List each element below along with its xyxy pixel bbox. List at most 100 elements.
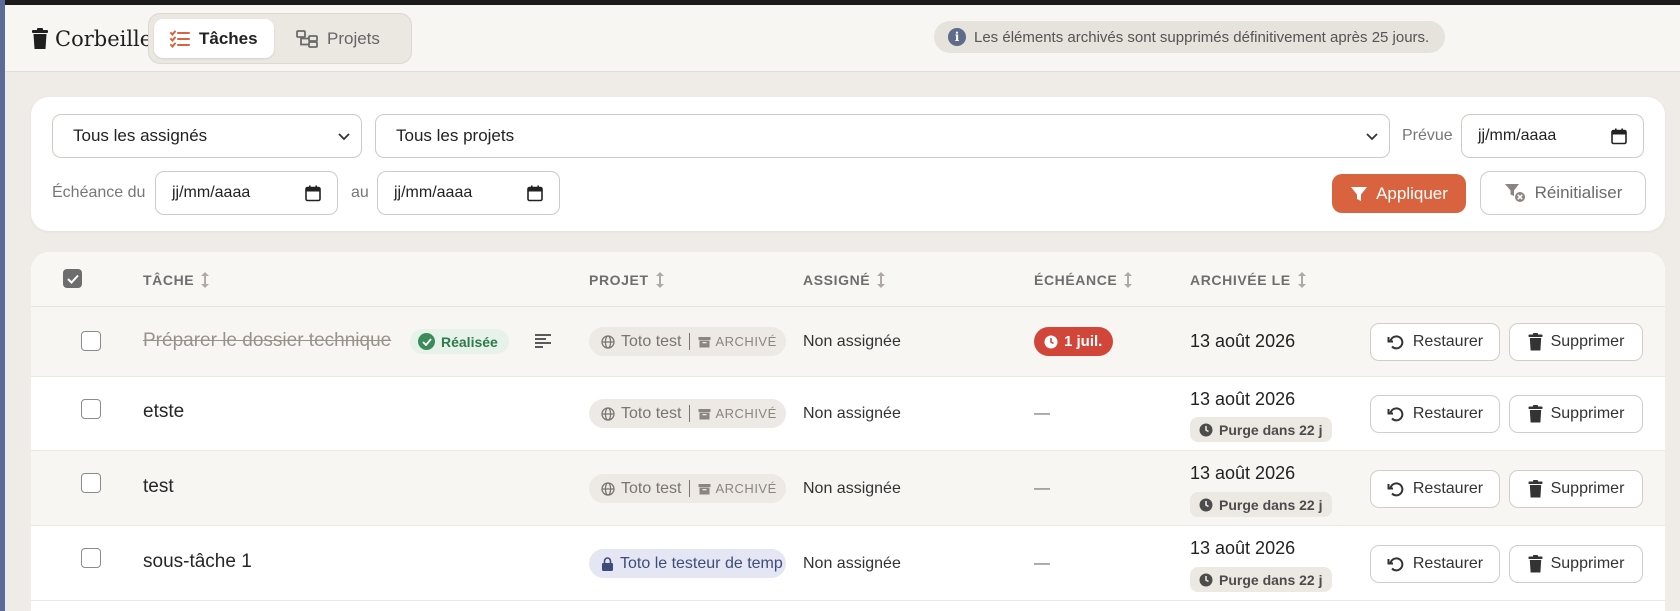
clock-icon <box>1199 498 1213 511</box>
assignee-value: Non assignée <box>803 333 901 350</box>
archived-date: 13 août 2026 <box>1190 389 1296 409</box>
tab-projects[interactable]: Projets <box>280 19 404 58</box>
purge-countdown-label: Purge dans 22 j <box>1219 421 1323 438</box>
due-date: — <box>1034 555 1050 572</box>
pill-separator <box>689 480 691 497</box>
restore-button[interactable]: Restaurer <box>1370 545 1500 583</box>
purge-countdown-label: Purge dans 22 j <box>1219 496 1323 513</box>
pill-separator <box>689 405 691 422</box>
tab-tasks[interactable]: Tâches <box>154 19 274 58</box>
table-row: test Toto test ARCHIVÉ Non assignée — 13… <box>31 451 1665 526</box>
trash-icon <box>1528 405 1543 423</box>
restore-button[interactable]: Restaurer <box>1370 395 1500 433</box>
archive-box-icon <box>698 336 711 347</box>
restore-button-label: Restaurer <box>1412 333 1484 350</box>
delete-button[interactable]: Supprimer <box>1509 323 1643 361</box>
project-name: Toto test <box>621 404 682 422</box>
due-from-label: Échéance du <box>52 184 146 201</box>
delete-button[interactable]: Supprimer <box>1509 545 1643 583</box>
column-header-assignee[interactable]: ASSIGNÉ <box>803 271 886 289</box>
reset-button-label: Réinitialiser <box>1534 183 1623 202</box>
row-checkbox[interactable] <box>81 399 101 419</box>
purge-countdown-badge: Purge dans 22 j <box>1190 567 1333 592</box>
project-select[interactable]: Tous les projets <box>375 114 1390 158</box>
task-title[interactable]: test <box>143 476 174 498</box>
restore-button[interactable]: Restaurer <box>1370 323 1500 361</box>
calendar-icon <box>527 185 543 202</box>
pill-separator <box>689 333 691 350</box>
row-checkbox[interactable] <box>81 473 101 493</box>
chevron-down-icon <box>338 133 350 141</box>
status-badge: Réalisée <box>410 329 509 354</box>
lock-icon <box>602 556 613 571</box>
archived-tasks-table: TÂCHE PROJET ASSIGNÉ ÉCHÉANCE ARCHIVÉE L… <box>31 252 1665 611</box>
sort-icon <box>201 272 210 288</box>
column-header-due[interactable]: ÉCHÉANCE <box>1034 271 1133 289</box>
project-pill: Toto test ARCHIVÉ <box>589 327 786 356</box>
page-title-text: Corbeille <box>55 27 153 51</box>
restore-icon <box>1387 407 1404 422</box>
planned-date-input[interactable]: jj/mm/aaaa <box>1461 114 1644 158</box>
reset-button[interactable]: Réinitialiser <box>1480 171 1646 215</box>
column-header-archived-on[interactable]: ARCHIVÉE LE <box>1190 271 1307 289</box>
delete-button-label: Supprimer <box>1550 333 1625 350</box>
delete-button-label: Supprimer <box>1550 405 1625 422</box>
due-to-input[interactable]: jj/mm/aaaa <box>377 171 560 215</box>
table-row: etste Toto test ARCHIVÉ Non assignée — 1… <box>31 377 1665 451</box>
restore-icon <box>1387 482 1404 497</box>
project-name: Toto le testeur de temp <box>620 554 783 572</box>
column-header-project[interactable]: PROJET <box>589 271 665 289</box>
clock-icon <box>1199 573 1213 586</box>
archived-tag: ARCHIVÉ <box>698 481 776 496</box>
check-icon <box>66 274 79 284</box>
project-pill: Toto le testeur de temp <box>589 549 786 578</box>
restore-icon <box>1387 335 1404 350</box>
table-row: Préparer le dossier technique Réalisée T… <box>31 307 1665 377</box>
due-to-placeholder: jj/mm/aaaa <box>394 184 473 201</box>
assignee-value: Non assignée <box>803 405 901 422</box>
project-name: Toto test <box>621 479 682 497</box>
archived-tag-label: ARCHIVÉ <box>715 406 777 421</box>
restore-icon <box>1387 557 1404 572</box>
filter-icon <box>1351 186 1368 201</box>
due-from-input[interactable]: jj/mm/aaaa <box>155 171 338 215</box>
row-checkbox[interactable] <box>81 331 101 351</box>
column-header-task[interactable]: TÂCHE <box>143 271 210 289</box>
filters-panel: Tous les assignés Tous les projets Prévu… <box>31 97 1665 231</box>
tab-tasks-label: Tâches <box>199 28 258 48</box>
row-checkbox[interactable] <box>81 548 101 568</box>
status-badge-label: Réalisée <box>441 333 498 350</box>
retention-notice: i Les éléments archivés sont supprimés d… <box>934 21 1446 53</box>
column-header-task-label: TÂCHE <box>143 272 195 288</box>
task-list-icon <box>170 30 190 48</box>
delete-button[interactable]: Supprimer <box>1509 395 1643 433</box>
assignee-select[interactable]: Tous les assignés <box>52 114 362 158</box>
project-pill: Toto test ARCHIVÉ <box>589 399 786 428</box>
due-date: 1 juil. <box>1064 333 1103 350</box>
select-all-checkbox[interactable] <box>63 269 82 288</box>
task-title[interactable]: etste <box>143 401 184 423</box>
assignee-select-value: Tous les assignés <box>73 126 208 145</box>
clock-icon <box>1044 335 1058 348</box>
table-header: TÂCHE PROJET ASSIGNÉ ÉCHÉANCE ARCHIVÉE L… <box>31 252 1665 307</box>
delete-button[interactable]: Supprimer <box>1509 470 1643 508</box>
trash-icon <box>1528 333 1543 351</box>
delete-button-label: Supprimer <box>1550 480 1625 497</box>
apply-button[interactable]: Appliquer <box>1332 174 1466 213</box>
globe-icon <box>601 334 615 349</box>
globe-icon <box>601 481 615 496</box>
sort-icon <box>1124 272 1133 288</box>
chevron-down-icon <box>1366 133 1378 141</box>
clock-icon <box>1199 423 1213 436</box>
task-title[interactable]: sous-tâche 1 <box>143 551 252 573</box>
column-header-archived-on-label: ARCHIVÉE LE <box>1190 272 1291 288</box>
task-title[interactable]: Préparer le dossier technique <box>143 330 391 352</box>
description-icon <box>535 334 551 348</box>
trash-icon <box>1528 555 1543 573</box>
restore-button-label: Restaurer <box>1412 555 1484 572</box>
planned-label: Prévue <box>1402 127 1453 144</box>
info-icon: i <box>948 28 966 46</box>
project-name: Toto test <box>621 332 682 350</box>
restore-button[interactable]: Restaurer <box>1370 470 1500 508</box>
sort-icon <box>1297 272 1306 288</box>
